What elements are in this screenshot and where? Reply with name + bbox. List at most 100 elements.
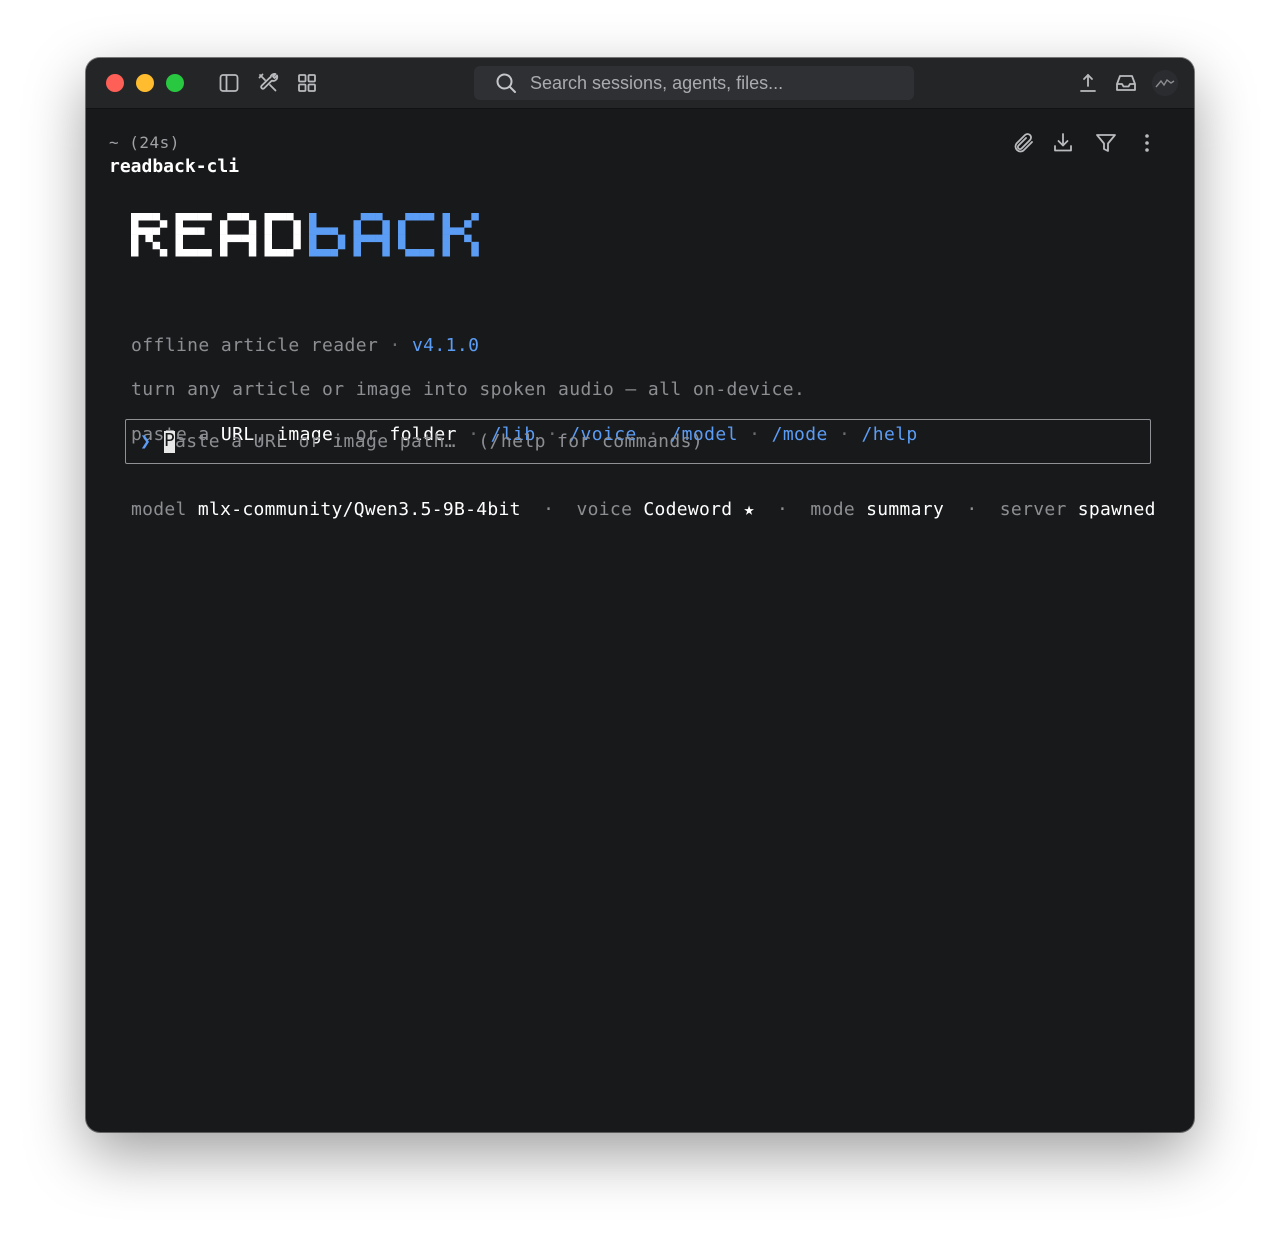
logo-pixel-read: [264, 220, 272, 228]
logo-pixel-back: [323, 249, 331, 257]
logo-pixel-back: [353, 241, 361, 250]
status-voice-value: Codeword ★: [643, 499, 755, 520]
logo-pixel-read: [248, 227, 257, 235]
logo-pixel-read: [189, 227, 198, 235]
logo-pixel-back: [375, 234, 383, 243]
logo-pixel-back: [398, 227, 406, 235]
download-icon[interactable]: [1051, 131, 1075, 155]
logo-pixel-read: [220, 234, 228, 243]
app-window: Search sessions, agents, files... ~ (24s…: [86, 58, 1194, 1132]
logo-pixel-back: [405, 249, 413, 257]
logo-pixel-back: [316, 249, 324, 257]
upload-icon[interactable]: [1076, 71, 1100, 95]
logo-pixel-read: [248, 234, 257, 243]
logo-pixel-read: [264, 249, 272, 257]
logo-pixel-read: [189, 213, 198, 221]
logo-pixel-back: [464, 220, 472, 228]
logo-pixel-back: [382, 249, 390, 257]
logo-pixel-back: [337, 241, 346, 250]
logo-pixel-back: [456, 227, 465, 235]
cursor-char: P: [164, 429, 175, 451]
logo-pixel-back: [412, 213, 420, 221]
logo-pixel-back: [471, 249, 479, 257]
logo-pixel-back: [360, 234, 369, 243]
logo-pixel-read: [175, 249, 183, 257]
status-sep: ·: [966, 499, 978, 520]
logo-pixel-read: [152, 241, 161, 250]
logo-pixel-read: [293, 241, 301, 250]
logo-pixel-read: [234, 213, 242, 221]
inbox-icon[interactable]: [1114, 71, 1138, 95]
minimize-window-button[interactable]: [136, 74, 154, 92]
avatar[interactable]: [1152, 70, 1178, 96]
logo-pixel-back: [367, 213, 376, 221]
logo-pixel-read: [286, 249, 294, 257]
close-window-button[interactable]: [106, 74, 124, 92]
status-mode-key: mode: [810, 499, 855, 520]
prompt-caret-icon: ❯: [140, 431, 151, 452]
logo-pixel-read: [197, 213, 205, 221]
logo-pixel-back: [309, 227, 317, 235]
text-cursor: P: [164, 429, 175, 453]
logo-pixel-back: [398, 241, 406, 250]
logo-pixel-read: [159, 220, 168, 228]
logo-pixel-read: [220, 249, 228, 257]
search-icon: [494, 71, 518, 95]
logo-pixel-read: [131, 220, 139, 228]
logo-pixel-back: [337, 234, 346, 243]
status-server-key: server: [999, 499, 1067, 520]
logo-pixel-read: [182, 249, 191, 257]
paperclip-icon[interactable]: [1012, 131, 1036, 155]
logo-pixel-read: [152, 227, 161, 235]
logo-pixel-back: [382, 227, 390, 235]
logo-pixel-back: [309, 234, 317, 243]
logo-pixel-back: [375, 213, 383, 221]
prompt-input[interactable]: ❯ P aste a URL or image path… (/help for…: [125, 419, 1151, 464]
logo-pixel-read: [293, 234, 301, 243]
logo-pixel-read: [182, 227, 191, 235]
logo-pixel-read: [131, 241, 139, 250]
logo-pixel-read: [131, 249, 139, 257]
search-input[interactable]: Search sessions, agents, files...: [530, 73, 783, 94]
logo-pixel-back: [442, 249, 450, 257]
logo-pixel-read: [197, 249, 205, 257]
logo-pixel-read: [264, 234, 272, 243]
logo-pixel-back: [412, 249, 420, 257]
readback-logo-art: [131, 213, 479, 257]
status-server-value: spawned: [1077, 499, 1156, 520]
tagline-sep: ·: [378, 335, 412, 356]
filter-icon[interactable]: [1094, 131, 1118, 155]
version-label: v4.1.0: [411, 335, 480, 356]
logo-pixel-back: [353, 234, 361, 243]
maximize-window-button[interactable]: [166, 74, 184, 92]
logo-pixel-back: [426, 249, 435, 257]
tools-icon[interactable]: [256, 71, 280, 95]
readback-logo: [131, 212, 481, 258]
session-elapsed: ~ (24s): [109, 133, 180, 152]
search-bar[interactable]: Search sessions, agents, files...: [474, 66, 914, 100]
logo-pixel-read: [234, 234, 242, 243]
logo-pixel-back: [398, 234, 406, 243]
logo-pixel-back: [382, 220, 390, 228]
logo-pixel-read: [138, 227, 146, 235]
status-sep: ·: [777, 499, 789, 520]
logo-pixel-read: [182, 213, 191, 221]
logo-pixel-back: [353, 227, 361, 235]
logo-pixel-read: [145, 227, 153, 235]
logo-pixel-read: [227, 234, 235, 243]
logo-pixel-back: [442, 241, 450, 250]
more-vertical-icon[interactable]: [1135, 131, 1159, 155]
sidebar-toggle-icon[interactable]: [217, 71, 241, 95]
logo-pixel-back: [353, 220, 361, 228]
logo-pixel-back: [309, 220, 317, 228]
logo-pixel-read: [248, 241, 257, 250]
logo-pixel-back: [382, 234, 390, 243]
logo-pixel-back: [419, 213, 428, 221]
logo-pixel-read: [175, 213, 183, 221]
logo-pixel-read: [204, 249, 212, 257]
logo-pixel-read: [152, 213, 161, 221]
logo-pixel-read: [227, 213, 235, 221]
logo-pixel-read: [248, 249, 257, 257]
grid-icon[interactable]: [295, 71, 319, 95]
logo-pixel-read: [278, 249, 287, 257]
